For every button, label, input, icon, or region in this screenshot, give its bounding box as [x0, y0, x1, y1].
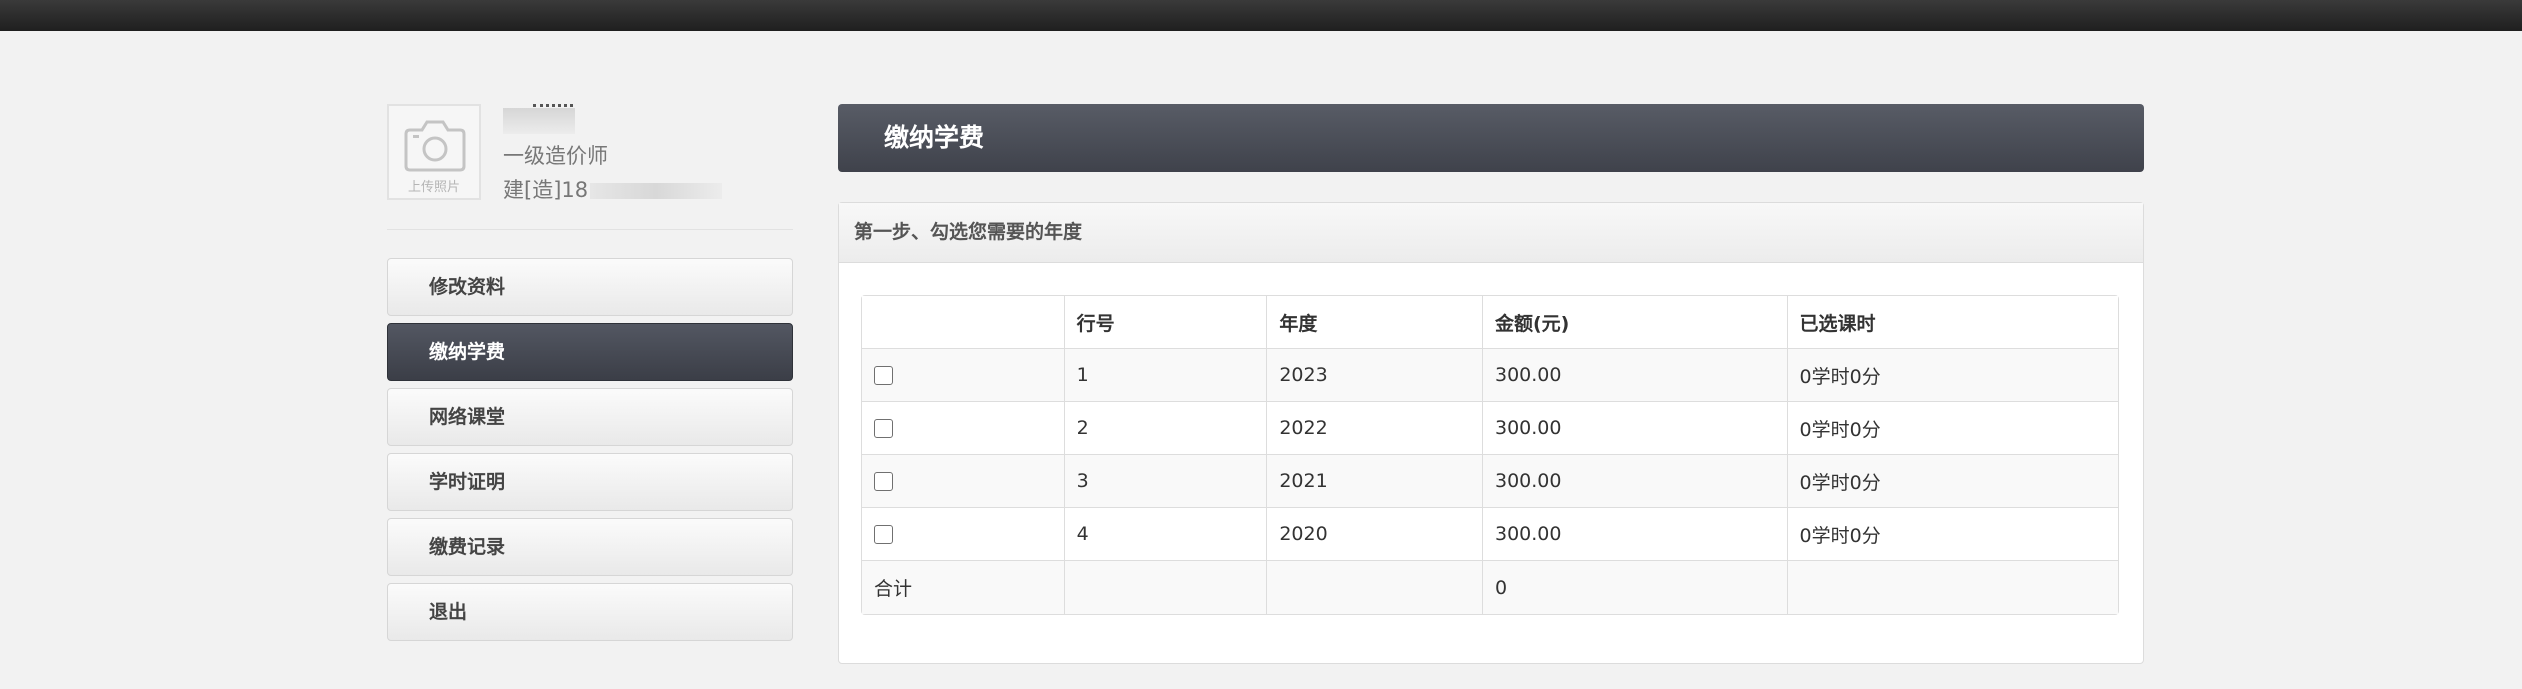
row-number-cell: 3 [1064, 455, 1268, 508]
row-select-cell [862, 508, 1065, 561]
user-title: 一级造价师 [503, 144, 608, 168]
row-select-cell [862, 402, 1065, 455]
table-row: 1 2023 300.00 0学时0分 [862, 349, 2118, 402]
sidebar-item-study-hours-certificate[interactable]: 学时证明 [387, 453, 793, 511]
column-header-year: 年度 [1267, 296, 1483, 349]
column-header-select [862, 296, 1065, 349]
total-amount-cell: 0 [1483, 561, 1788, 614]
total-label-cell: 合计 [862, 561, 1065, 614]
amount-cell: 300.00 [1483, 402, 1788, 455]
amount-cell: 300.00 [1483, 508, 1788, 561]
user-certificate: 建[造]18 [503, 174, 723, 204]
total-empty-cell [1787, 561, 2118, 614]
sidebar-item-payment-records[interactable]: 缴费记录 [387, 518, 793, 576]
table-header-row: 行号 年度 金额(元) 已选课时 [862, 296, 2118, 349]
table-row: 2 2022 300.00 0学时0分 [862, 402, 2118, 455]
user-name-redacted [503, 104, 575, 134]
column-header-amount: 金额(元) [1483, 296, 1788, 349]
tuition-table: 行号 年度 金额(元) 已选课时 1 2023 300.00 0学时0分 2 2… [861, 295, 2119, 615]
hours-cell: 0学时0分 [1787, 402, 2118, 455]
column-header-row-number: 行号 [1064, 296, 1268, 349]
sidebar-item-logout[interactable]: 退出 [387, 583, 793, 641]
page-title: 缴纳学费 [838, 104, 2144, 172]
upload-photo-label: 上传照片 [407, 180, 460, 195]
top-navbar [0, 0, 2522, 31]
row-select-cell [862, 349, 1065, 402]
table-total-row: 合计 0 [862, 561, 2118, 614]
row-number-cell: 4 [1064, 508, 1268, 561]
step-heading: 第一步、勾选您需要的年度 [839, 203, 2143, 263]
certificate-number-prefix: 建[造]18 [503, 178, 589, 202]
table-row: 3 2021 300.00 0学时0分 [862, 455, 2118, 508]
row-checkbox[interactable] [874, 472, 893, 491]
profile-card: 上传照片 一级造价师 建[造]18 [387, 104, 793, 230]
total-empty-cell [1064, 561, 1268, 614]
certificate-number-redacted [590, 183, 723, 199]
profile-divider [387, 229, 793, 230]
upload-photo-button[interactable]: 上传照片 [387, 104, 481, 200]
sidebar-item-pay-tuition[interactable]: 缴纳学费 [387, 323, 793, 381]
row-select-cell [862, 455, 1065, 508]
hours-cell: 0学时0分 [1787, 455, 2118, 508]
amount-cell: 300.00 [1483, 455, 1788, 508]
year-cell: 2020 [1267, 508, 1483, 561]
amount-cell: 300.00 [1483, 349, 1788, 402]
column-header-selected-hours: 已选课时 [1787, 296, 2118, 349]
sidebar-item-online-classroom[interactable]: 网络课堂 [387, 388, 793, 446]
row-number-cell: 2 [1064, 402, 1268, 455]
sidebar-item-edit-profile[interactable]: 修改资料 [387, 258, 793, 316]
total-empty-cell [1267, 561, 1483, 614]
step-panel: 第一步、勾选您需要的年度 行号 年度 金额(元) 已选课时 1 2023 300… [838, 202, 2144, 664]
year-cell: 2023 [1267, 349, 1483, 402]
camera-icon [404, 120, 466, 172]
year-cell: 2022 [1267, 402, 1483, 455]
row-number-cell: 1 [1064, 349, 1268, 402]
hours-cell: 0学时0分 [1787, 349, 2118, 402]
row-checkbox[interactable] [874, 525, 893, 544]
hours-cell: 0学时0分 [1787, 508, 2118, 561]
table-row: 4 2020 300.00 0学时0分 [862, 508, 2118, 561]
row-checkbox[interactable] [874, 366, 893, 385]
row-checkbox[interactable] [874, 419, 893, 438]
sidebar-menu: 修改资料 缴纳学费 网络课堂 学时证明 缴费记录 退出 [387, 258, 793, 648]
year-cell: 2021 [1267, 455, 1483, 508]
